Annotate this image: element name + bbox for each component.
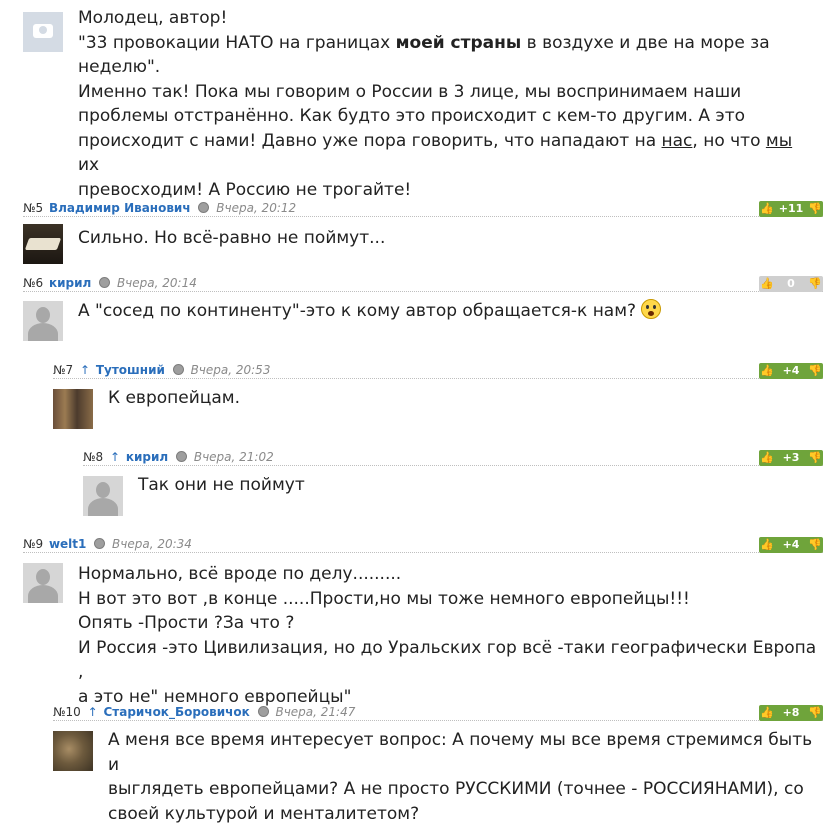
reply-arrow-icon[interactable]: ↑ xyxy=(110,450,120,464)
author-link[interactable]: Владимир Иванович xyxy=(49,201,191,215)
comment-text: А меня все время интересует вопрос: А по… xyxy=(108,728,823,826)
comment-number: №5 xyxy=(23,201,43,215)
comment-line: Именно так! Пока мы говорим о России в 3… xyxy=(78,80,818,105)
vote-widget: 👍 0 👎 xyxy=(759,276,823,292)
comment-text: Молодец, автор! "33 провокации НАТО на г… xyxy=(78,6,818,202)
comment-line: Сильно. Но всё-равно не поймут... xyxy=(78,226,818,251)
comment-line: И Россия -это Цивилизация, но до Уральск… xyxy=(78,636,823,685)
thumb-down-icon[interactable]: 👎 xyxy=(807,450,823,466)
comment-line: неделю". xyxy=(78,55,818,80)
cats-avatar[interactable] xyxy=(53,389,93,429)
thumb-down-icon[interactable]: 👎 xyxy=(807,201,823,217)
comment-text: А "сосед по континенту"-это к кому автор… xyxy=(78,299,818,324)
thumb-up-icon[interactable]: 👍 xyxy=(759,537,775,553)
comment-number: №10 xyxy=(53,705,81,719)
status-dot-icon xyxy=(173,364,184,375)
underline-emphasis: нас xyxy=(662,131,693,151)
status-dot-icon xyxy=(198,202,209,213)
comment-header: №9 welt1 Вчера, 20:34 👍 +4 👎 xyxy=(23,536,823,553)
default-avatar[interactable] xyxy=(23,301,63,341)
thumb-down-icon[interactable]: 👎 xyxy=(807,705,823,721)
bold-emphasis: моей страны xyxy=(396,33,522,53)
vote-count: +3 xyxy=(783,450,800,466)
comment-line-part: "33 провокации НАТО на границах моей стр… xyxy=(78,33,770,53)
thumb-down-icon[interactable]: 👎 xyxy=(807,537,823,553)
comment-line: происходит с нами! Давно уже пора говори… xyxy=(78,129,818,178)
comment-time: Вчера, 21:02 xyxy=(194,450,274,464)
owl-avatar[interactable] xyxy=(53,731,93,771)
comment-line: Нормально, всё вроде по делу......... xyxy=(78,562,823,587)
thumb-down-icon[interactable]: 👎 xyxy=(807,276,823,292)
book-avatar[interactable] xyxy=(23,224,63,264)
vote-count: +4 xyxy=(783,537,800,553)
camera-avatar[interactable] xyxy=(23,12,63,52)
reply-arrow-icon[interactable]: ↑ xyxy=(88,705,98,719)
comment-header: №8 ↑ кирил Вчера, 21:02 👍 +3 👎 xyxy=(83,449,823,466)
comment-line: своей культурой и менталитетом? xyxy=(108,802,823,826)
author-link[interactable]: welt1 xyxy=(49,537,86,551)
comment-number: №7 xyxy=(53,363,73,377)
comment-time: Вчера, 20:53 xyxy=(191,363,271,377)
underline-emphasis: мы xyxy=(766,131,792,151)
comment-line-text: А "сосед по континенту"-это к кому автор… xyxy=(78,301,636,321)
vote-widget: 👍 +4 👎 xyxy=(759,363,823,379)
reply-arrow-icon[interactable]: ↑ xyxy=(80,363,90,377)
thumb-up-icon[interactable]: 👍 xyxy=(759,705,775,721)
vote-count: +8 xyxy=(783,705,800,721)
comment-header: №10 ↑ Старичок_Боровичок Вчера, 21:47 👍 … xyxy=(53,704,823,721)
author-link[interactable]: кирил xyxy=(126,450,168,464)
author-link[interactable]: Тутошний xyxy=(96,363,165,377)
comment-number: №9 xyxy=(23,537,43,551)
thumb-up-icon[interactable]: 👍 xyxy=(759,201,775,217)
status-dot-icon xyxy=(258,706,269,717)
comment-header: №5 Владимир Иванович Вчера, 20:12 👍 +11 … xyxy=(23,200,823,217)
vote-widget: 👍 +4 👎 xyxy=(759,537,823,553)
comment-header: №6 кирил Вчера, 20:14 👍 0 👎 xyxy=(23,275,823,292)
comment-text: К европейцам. xyxy=(108,386,818,411)
comment-header: №7 ↑ Тутошний Вчера, 20:53 👍 +4 👎 xyxy=(53,362,823,379)
author-link[interactable]: Старичок_Боровичок xyxy=(103,705,249,719)
comment-time: Вчера, 20:12 xyxy=(216,201,296,215)
comment-number: №6 xyxy=(23,276,43,290)
thumb-up-icon[interactable]: 👍 xyxy=(759,276,775,292)
status-dot-icon xyxy=(176,451,187,462)
vote-count: +4 xyxy=(783,363,800,379)
comment-line: А "сосед по континенту"-это к кому автор… xyxy=(78,299,818,324)
thumb-up-icon[interactable]: 👍 xyxy=(759,450,775,466)
comment-text: Сильно. Но всё-равно не поймут... xyxy=(78,226,818,251)
comment-time: Вчера, 20:34 xyxy=(112,537,192,551)
author-link[interactable]: кирил xyxy=(49,276,91,290)
vote-count: 0 xyxy=(787,276,795,292)
vote-widget: 👍 +11 👎 xyxy=(759,201,823,217)
thumb-up-icon[interactable]: 👍 xyxy=(759,363,775,379)
comment-line: Н вот это вот ,в конце .....Прости,но мы… xyxy=(78,587,823,612)
vote-widget: 👍 +3 👎 xyxy=(759,450,823,466)
comment-line: проблемы отстранённо. Как будто это прои… xyxy=(78,104,818,129)
comment-line: "33 провокации НАТО на границах моей стр… xyxy=(78,31,818,56)
vote-widget: 👍 +8 👎 xyxy=(759,705,823,721)
status-dot-icon xyxy=(94,538,105,549)
vote-count: +11 xyxy=(779,201,804,217)
comment-text: Так они не поймут xyxy=(138,473,818,498)
comment-text: Нормально, всё вроде по делу......... Н … xyxy=(78,562,823,709)
surprised-emoji-icon xyxy=(641,299,661,319)
status-dot-icon xyxy=(99,277,110,288)
default-avatar[interactable] xyxy=(23,563,63,603)
comment-time: Вчера, 20:14 xyxy=(117,276,197,290)
comment-line: выглядеть европейцами? А не просто РУССК… xyxy=(108,777,823,802)
comment-number: №8 xyxy=(83,450,103,464)
comment-line: Так они не поймут xyxy=(138,473,818,498)
default-avatar[interactable] xyxy=(83,476,123,516)
comment-line: Опять -Прости ?За что ? xyxy=(78,611,823,636)
comment-line: К европейцам. xyxy=(108,386,818,411)
comment-line: Молодец, автор! xyxy=(78,6,818,31)
comment-time: Вчера, 21:47 xyxy=(275,705,355,719)
comment-line: А меня все время интересует вопрос: А по… xyxy=(108,728,823,777)
thumb-down-icon[interactable]: 👎 xyxy=(807,363,823,379)
comment-line: превосходим! А Россию не трогайте! xyxy=(78,178,818,203)
